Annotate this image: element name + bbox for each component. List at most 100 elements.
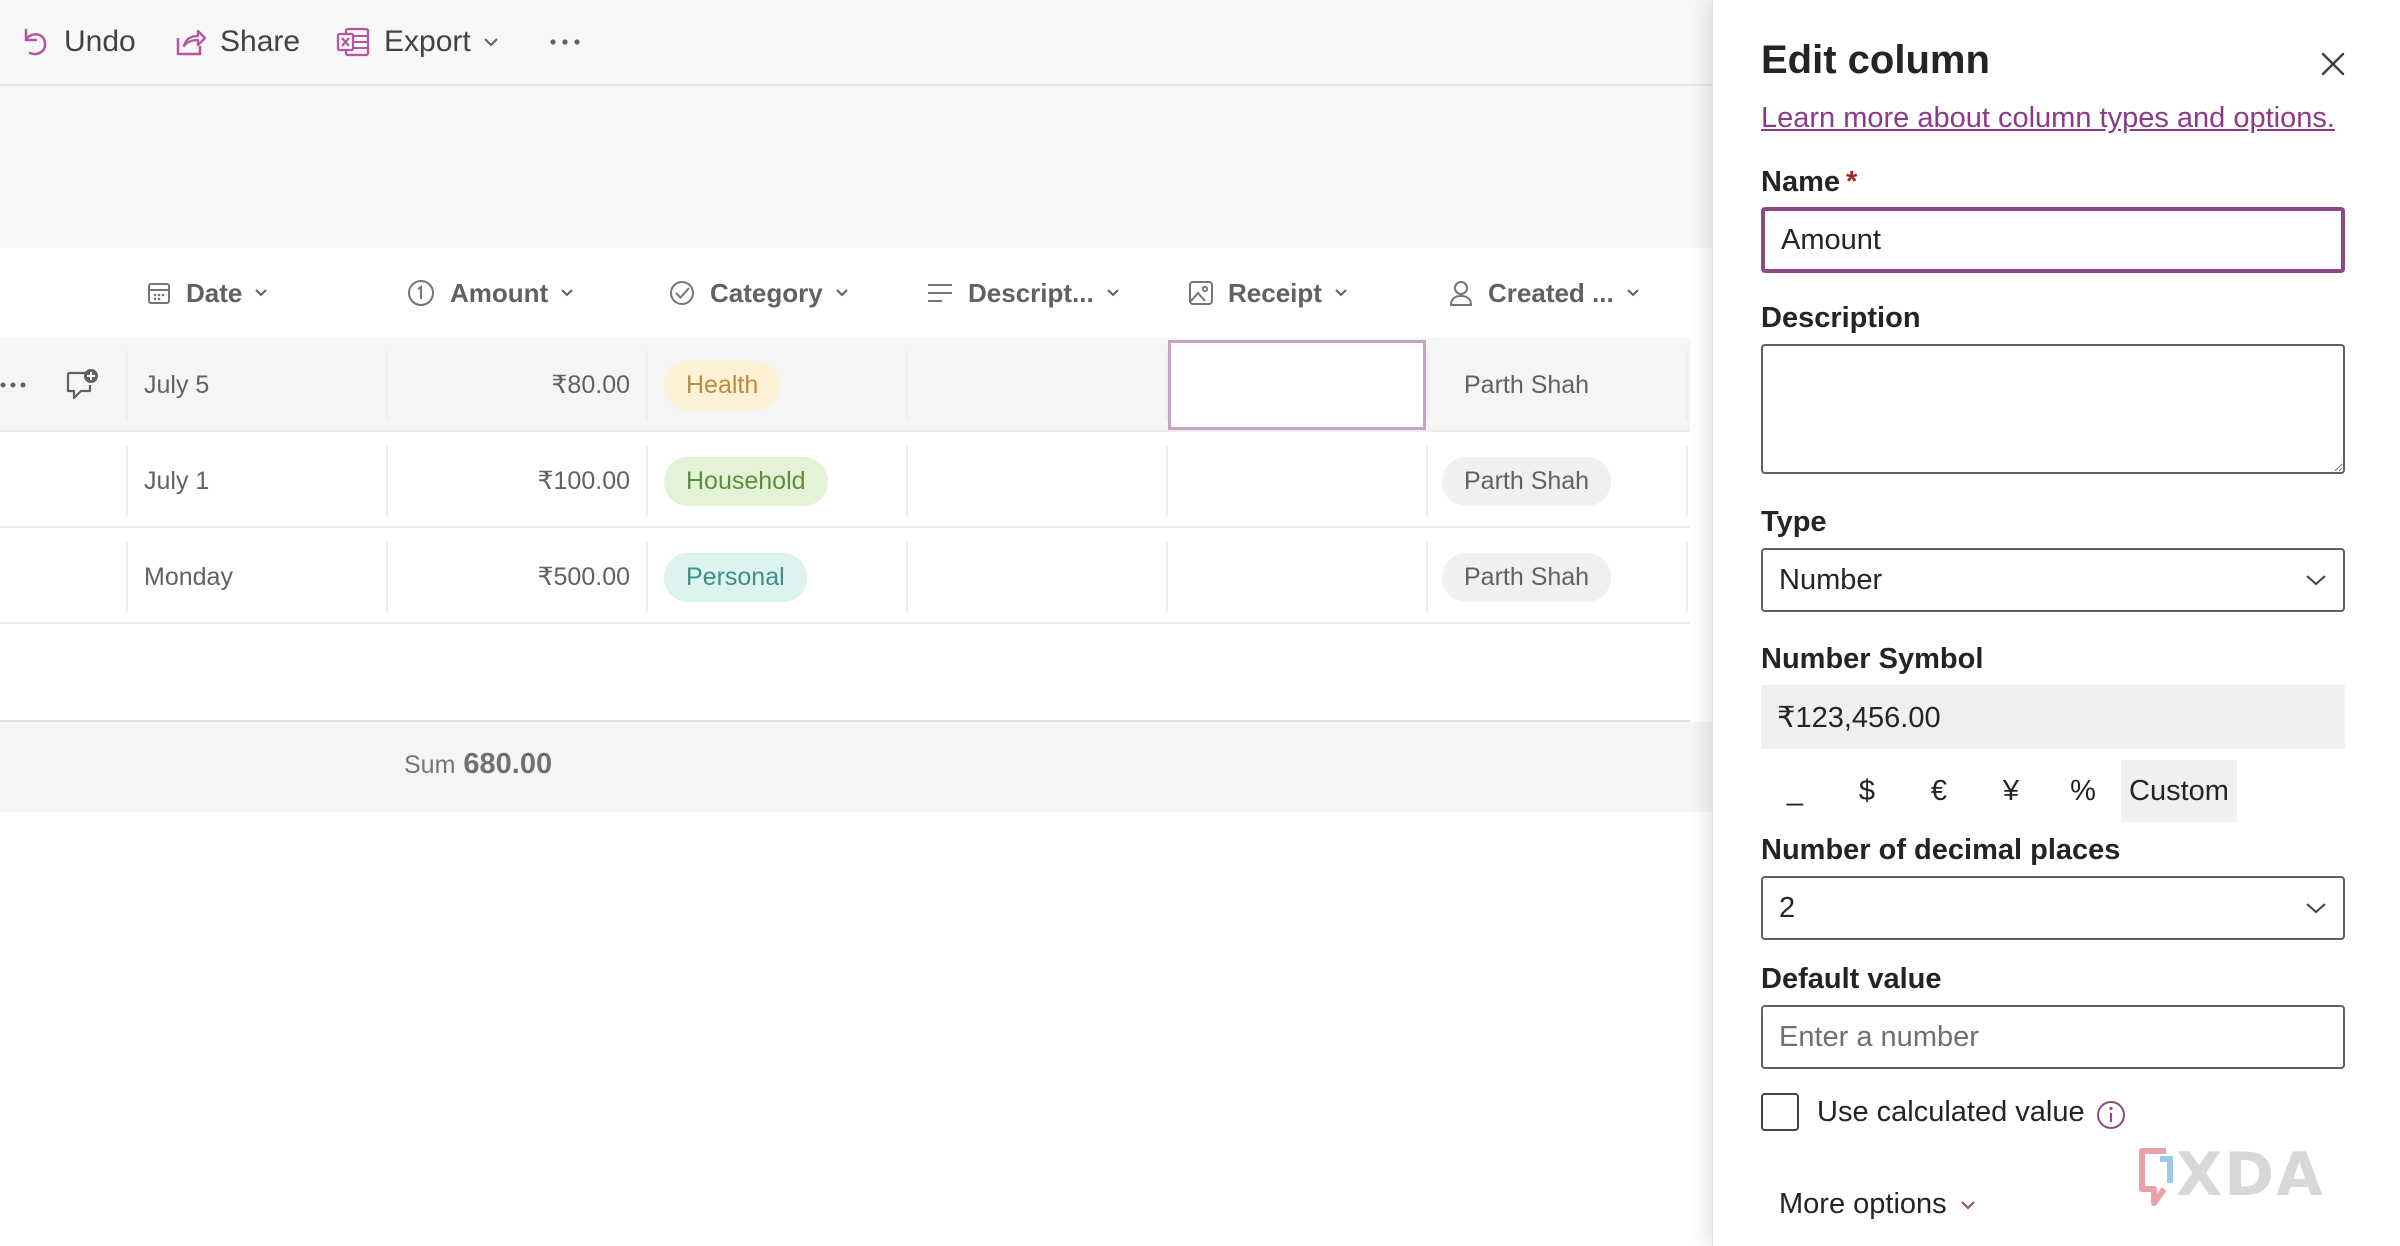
date-cell[interactable]: Monday [144, 530, 233, 624]
chevron-down-icon [1335, 289, 1347, 297]
symbol-none-button[interactable]: _ [1765, 760, 1825, 822]
command-bar: Undo Share Export [0, 0, 1712, 86]
category-pill: Personal [664, 552, 807, 602]
symbol-euro-button[interactable]: € [1909, 760, 1969, 822]
table-row[interactable]: Monday ₹500.00 Personal Parth Shah [0, 530, 1690, 624]
date-cell[interactable]: July 5 [144, 338, 209, 432]
sum-aggregate[interactable]: Sum 680.00 [404, 748, 552, 781]
watermark-text: XDA [2176, 1140, 2325, 1210]
chevron-down-icon [1107, 289, 1119, 297]
cell-divider [1686, 350, 1688, 420]
name-label-text: Name [1761, 166, 1840, 198]
table-row[interactable]: July 1 ₹100.00 Household Parth Shah [0, 434, 1690, 528]
type-value: Number [1779, 563, 1883, 596]
created-by-cell[interactable]: Parth Shah [1442, 434, 1612, 528]
xda-logo-icon [2139, 1148, 2173, 1206]
chevron-down-icon [1960, 1200, 1975, 1209]
edit-column-panel: Edit column Learn more about column type… [1712, 0, 2400, 1246]
list-footer [0, 722, 1712, 812]
category-pill: Household [664, 456, 828, 506]
undo-icon [24, 28, 47, 56]
use-calculated-checkbox[interactable] [1761, 1093, 1799, 1131]
date-cell[interactable]: July 1 [144, 434, 209, 528]
column-headers: Date Amount Category Descript... Receipt… [0, 248, 1690, 338]
person-pill: Parth Shah [1464, 370, 1590, 399]
decimal-places-value: 2 [1779, 891, 1796, 924]
created-by-cell[interactable]: Parth Shah [1442, 338, 1611, 432]
cell-divider [646, 350, 648, 420]
required-marker: * [1846, 166, 1858, 198]
column-header-created-by[interactable]: Created ... [1448, 248, 1640, 338]
column-header-date[interactable]: Date [146, 248, 268, 338]
chevron-down-icon [1627, 289, 1639, 297]
table-row[interactable]: July 5 ₹80.00 Health Parth Shah [0, 338, 1690, 432]
chevron-down-icon [835, 289, 848, 297]
more-actions-button[interactable] [548, 20, 596, 64]
column-header-category[interactable]: Category [668, 248, 849, 338]
row-more-button[interactable] [0, 338, 30, 432]
close-button[interactable] [2313, 44, 2353, 84]
receipt-cell[interactable] [1168, 434, 1426, 528]
symbol-custom-button[interactable]: Custom [2121, 760, 2237, 822]
info-button[interactable] [2095, 1099, 2127, 1136]
cell-divider [1686, 542, 1688, 612]
name-input[interactable] [1761, 207, 2345, 273]
more-horizontal-icon [0, 382, 26, 388]
name-label: Name * [1761, 166, 1857, 199]
cell-divider [1686, 446, 1688, 516]
add-comment-icon [66, 369, 98, 400]
number-icon [408, 280, 434, 306]
column-header-label: Category [710, 277, 823, 308]
sum-value: 680.00 [463, 748, 553, 780]
chevron-down-icon [484, 38, 498, 47]
person-icon [1449, 281, 1473, 306]
column-header-label: Created ... [1488, 277, 1614, 308]
export-label: Export [384, 25, 471, 58]
excel-icon [336, 27, 370, 57]
category-cell[interactable]: Health [664, 338, 781, 432]
type-dropdown[interactable]: Number [1761, 548, 2345, 612]
panel-title: Edit column [1761, 38, 1990, 82]
receipt-cell[interactable] [1168, 530, 1426, 624]
decimal-places-dropdown[interactable]: 2 [1761, 876, 2345, 940]
symbol-percent-button[interactable]: % [2053, 760, 2113, 822]
column-header-description[interactable]: Descript... [926, 248, 1120, 338]
category-pill: Health [664, 360, 781, 410]
more-horizontal-icon [550, 39, 580, 45]
export-button[interactable]: Export [336, 20, 499, 64]
chevron-down-icon [561, 289, 573, 297]
amount-cell[interactable]: ₹500.00 [386, 530, 630, 624]
chevron-down-icon [255, 289, 268, 297]
symbol-dollar-button[interactable]: $ [1837, 760, 1897, 822]
text-lines-icon [928, 284, 952, 302]
column-header-label: Amount [450, 277, 549, 308]
more-options-button[interactable]: More options [1779, 1188, 1977, 1221]
add-comment-button[interactable] [64, 338, 100, 432]
symbol-yen-button[interactable]: ¥ [1981, 760, 2041, 822]
cell-divider [1426, 446, 1428, 516]
undo-label: Undo [64, 25, 136, 58]
receipt-cell-focused[interactable] [1168, 340, 1426, 430]
type-label: Type [1761, 506, 1827, 538]
description-textarea[interactable] [1761, 344, 2345, 474]
cell-divider [1426, 542, 1428, 612]
column-header-label: Descript... [968, 277, 1094, 308]
sum-label: Sum [404, 751, 456, 779]
cell-divider [126, 542, 128, 612]
learn-more-link[interactable]: Learn more about column types and option… [1761, 102, 2335, 135]
default-value-input[interactable] [1761, 1005, 2345, 1069]
column-header-receipt[interactable]: Receipt [1188, 248, 1348, 338]
created-by-cell[interactable]: Parth Shah [1442, 530, 1612, 624]
undo-button[interactable]: Undo [20, 20, 136, 64]
amount-cell[interactable]: ₹100.00 [386, 434, 630, 528]
share-button[interactable]: Share [174, 20, 300, 64]
amount-cell[interactable]: ₹80.00 [386, 338, 630, 432]
info-icon [2097, 1101, 2125, 1129]
cell-divider [646, 542, 648, 612]
category-cell[interactable]: Household [664, 434, 828, 528]
column-header-amount[interactable]: Amount [406, 248, 574, 338]
column-header-label: Receipt [1228, 277, 1322, 308]
list-view: Undo Share Export Date Amount Category D… [0, 0, 1712, 1246]
description-label: Description [1761, 302, 1921, 334]
category-cell[interactable]: Personal [664, 530, 807, 624]
